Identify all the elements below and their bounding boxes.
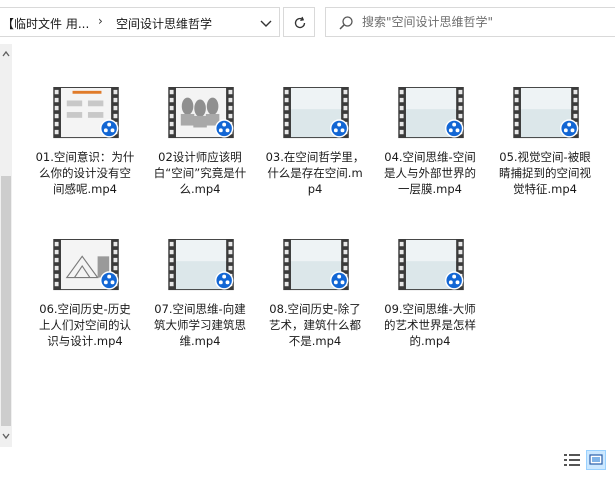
address-toolbar: 【临时文件 用... › 空间设计思维哲学	[0, 0, 615, 44]
video-thumbnail[interactable]	[53, 87, 121, 140]
media-player-icon	[330, 271, 349, 290]
video-thumbnail[interactable]	[168, 87, 236, 140]
breadcrumb-current[interactable]: 空间设计思维哲学	[116, 15, 212, 32]
file-item[interactable]: 08.空间历史-除了艺术，建筑什么都不是.mp4	[264, 196, 366, 348]
media-player-icon	[215, 271, 234, 290]
chevron-down-icon[interactable]	[258, 15, 274, 31]
file-item[interactable]: 01.空间意识：为什么你的设计没有空间感呢.mp4	[34, 44, 136, 196]
breadcrumb-separator-icon[interactable]: ›	[98, 14, 103, 28]
video-thumbnail[interactable]	[168, 239, 236, 292]
file-grid: 01.空间意识：为什么你的设计没有空间感呢.mp4 02设计师应该明白“空间”究竟…	[12, 44, 615, 447]
video-thumbnail[interactable]	[283, 87, 351, 140]
file-item[interactable]: 03.在空间哲学里，什么是存在空间.mp4	[264, 44, 366, 196]
file-name: 07.空间思维-向建筑大师学习建筑思维.mp4	[154, 302, 246, 348]
file-item[interactable]: 02设计师应该明白“空间”究竟是什么.mp4	[149, 44, 251, 196]
file-name: 05.视觉空间-被眼睛捕捉到的空间视觉特征.mp4	[499, 150, 591, 196]
media-player-icon	[100, 119, 119, 138]
large-icons-view-button[interactable]	[586, 450, 606, 470]
refresh-button[interactable]	[283, 7, 315, 37]
file-name: 06.空间历史-历史上人们对空间的认识与设计.mp4	[39, 302, 131, 348]
video-thumbnail[interactable]	[398, 239, 466, 292]
file-name: 03.在空间哲学里，什么是存在空间.mp4	[265, 150, 365, 196]
vertical-scrollbar[interactable]	[0, 44, 12, 447]
refresh-icon	[294, 16, 306, 29]
file-name: 04.空间思维-空间是人与外部世界的一层膜.mp4	[384, 150, 476, 196]
file-item[interactable]: 09.空间思维-大师的艺术世界是怎样的.mp4	[379, 196, 481, 348]
file-name: 09.空间思维-大师的艺术世界是怎样的.mp4	[384, 302, 476, 348]
scroll-up-icon[interactable]	[2, 50, 10, 58]
video-thumbnail[interactable]	[283, 239, 351, 292]
media-player-icon	[100, 271, 119, 290]
address-bar[interactable]: 【临时文件 用... › 空间设计思维哲学	[0, 7, 280, 37]
file-name: 08.空间历史-除了艺术，建筑什么都不是.mp4	[269, 302, 361, 348]
file-item[interactable]: 06.空间历史-历史上人们对空间的认识与设计.mp4	[34, 196, 136, 348]
media-player-icon	[445, 119, 464, 138]
search-icon	[339, 16, 353, 30]
file-name: 01.空间意识：为什么你的设计没有空间感呢.mp4	[35, 150, 135, 196]
media-player-icon	[560, 119, 579, 138]
file-item[interactable]: 05.视觉空间-被眼睛捕捉到的空间视觉特征.mp4	[494, 44, 596, 196]
search-input[interactable]	[362, 13, 602, 31]
breadcrumb-parent[interactable]: 【临时文件 用...	[2, 15, 89, 32]
details-view-icon[interactable]	[563, 451, 581, 469]
scrollbar-thumb[interactable]	[1, 176, 11, 426]
large-icons-view-icon	[589, 454, 603, 465]
media-player-icon	[445, 271, 464, 290]
video-thumbnail[interactable]	[398, 87, 466, 140]
status-bar	[0, 447, 615, 477]
video-thumbnail[interactable]	[513, 87, 581, 140]
media-player-icon	[215, 119, 234, 138]
file-name: 02设计师应该明白“空间”究竟是什么.mp4	[153, 150, 247, 196]
file-item[interactable]: 04.空间思维-空间是人与外部世界的一层膜.mp4	[379, 44, 481, 196]
file-item[interactable]: 07.空间思维-向建筑大师学习建筑思维.mp4	[149, 196, 251, 348]
scroll-down-icon[interactable]	[2, 432, 10, 440]
video-thumbnail[interactable]	[53, 239, 121, 292]
search-box[interactable]	[325, 7, 615, 37]
media-player-icon	[330, 119, 349, 138]
